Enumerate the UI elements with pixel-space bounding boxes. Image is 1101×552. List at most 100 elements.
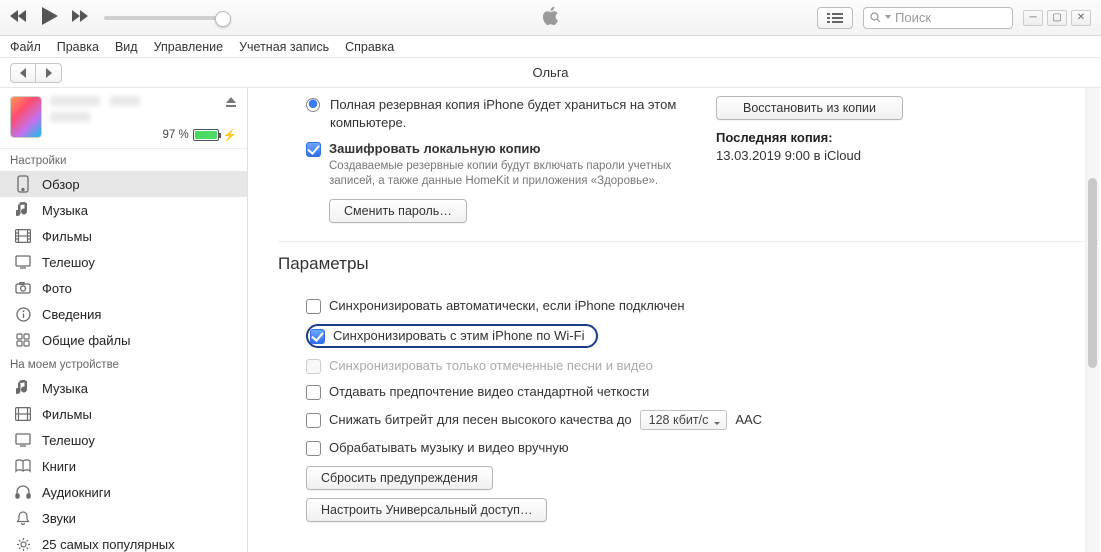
change-password-button[interactable]: Сменить пароль… <box>329 199 467 223</box>
opt-autosync-checkbox[interactable] <box>306 299 321 314</box>
nav-forward-button[interactable] <box>36 63 62 83</box>
maximize-button[interactable]: ▢ <box>1047 10 1067 26</box>
sidebar-item-label: Звуки <box>42 511 76 526</box>
sidebar-item-music[interactable]: Музыка <box>0 197 247 223</box>
device-name-blurred <box>50 96 237 106</box>
search-input[interactable]: Поиск <box>863 7 1013 29</box>
encrypt-sublabel: Создаваемые резервные копии будут включа… <box>329 159 686 189</box>
scrollbar-thumb[interactable] <box>1088 178 1097 368</box>
device-model-blurred <box>50 112 237 122</box>
sidebar-item-label: 25 самых популярных <box>42 537 175 552</box>
opt-checked-only-label: Синхронизировать только отмеченные песни… <box>329 358 653 373</box>
opt-wifi-label: Синхронизировать с этим iPhone по Wi-Fi <box>333 328 584 343</box>
opt-autosync-label: Синхронизировать автоматически, если iPh… <box>329 298 685 313</box>
phone-icon <box>14 175 32 193</box>
opt-sd-label: Отдавать предпочтение видео стандартной … <box>329 384 649 399</box>
tv-icon <box>14 253 32 271</box>
scrollbar[interactable] <box>1085 88 1099 552</box>
last-backup-label: Последняя копия: <box>716 130 903 145</box>
sidebar-item-shared-files[interactable]: Общие файлы <box>0 327 247 353</box>
reset-warnings-button[interactable]: Сбросить предупреждения <box>306 466 493 490</box>
menu-account[interactable]: Учетная запись <box>239 40 329 54</box>
sidebar-item-label: Фото <box>42 281 72 296</box>
sidebar-item-label: Музыка <box>42 381 88 396</box>
opt-manual-label: Обрабатывать музыку и видео вручную <box>329 440 569 455</box>
next-icon[interactable] <box>72 9 90 26</box>
close-button[interactable]: ✕ <box>1071 10 1091 26</box>
sidebar-item-label: Книги <box>42 459 76 474</box>
backup-location-text: Полная резервная копия iPhone будет хран… <box>330 96 686 131</box>
sidebar-item-label: Сведения <box>42 307 101 322</box>
main-panel: Полная резервная копия iPhone будет хран… <box>248 88 1101 552</box>
search-placeholder: Поиск <box>895 10 931 25</box>
sidebar-item-label: Обзор <box>42 177 80 192</box>
sidebar-device-sounds[interactable]: Звуки <box>0 505 247 531</box>
sidebar-item-label: Фильмы <box>42 229 92 244</box>
sidebar-device-tvshows[interactable]: Телешоу <box>0 427 247 453</box>
info-icon <box>14 305 32 323</box>
encrypt-label: Зашифровать локальную копию <box>329 141 686 156</box>
menu-help[interactable]: Справка <box>345 40 394 54</box>
nav-back-button[interactable] <box>10 63 36 83</box>
highlighted-option: Синхронизировать с этим iPhone по Wi-Fi <box>306 324 598 348</box>
window-controls: ─ ▢ ✕ <box>1023 10 1091 26</box>
sidebar-item-label: Музыка <box>42 203 88 218</box>
film-icon <box>14 405 32 423</box>
sidebar-device-audiobooks[interactable]: Аудиокниги <box>0 479 247 505</box>
sidebar-item-label: Фильмы <box>42 407 92 422</box>
menu-edit[interactable]: Правка <box>57 40 99 54</box>
menu-file[interactable]: Файл <box>10 40 41 54</box>
menu-view[interactable]: Вид <box>115 40 138 54</box>
sidebar-item-tvshows[interactable]: Телешоу <box>0 249 247 275</box>
menu-bar: Файл Правка Вид Управление Учетная запис… <box>0 36 1101 58</box>
apple-logo-icon <box>542 6 560 29</box>
minimize-button[interactable]: ─ <box>1023 10 1043 26</box>
opt-bitrate-label: Снижать битрейт для песен высокого качес… <box>329 412 632 427</box>
bitrate-select[interactable]: 128 кбит/с <box>640 410 728 430</box>
universal-access-button[interactable]: Настроить Универсальный доступ… <box>306 498 547 522</box>
section-title-parameters: Параметры <box>278 242 1101 282</box>
sidebar-item-movies[interactable]: Фильмы <box>0 223 247 249</box>
sidebar-device-music[interactable]: Музыка <box>0 375 247 401</box>
opt-bitrate-checkbox[interactable] <box>306 413 321 428</box>
sidebar-item-label: Телешоу <box>42 255 95 270</box>
sidebar-device-books[interactable]: Книги <box>0 453 247 479</box>
sidebar-item-photos[interactable]: Фото <box>0 275 247 301</box>
opt-sd-checkbox[interactable] <box>306 385 321 400</box>
eject-icon[interactable] <box>225 96 237 111</box>
sidebar-device-top25[interactable]: 25 самых популярных <box>0 531 247 552</box>
apps-icon <box>14 331 32 349</box>
playback-controls <box>10 7 90 28</box>
sidebar-ondevice-title: На моем устройстве <box>0 353 247 375</box>
sidebar-item-info[interactable]: Сведения <box>0 301 247 327</box>
last-backup-value: 13.03.2019 9:00 в iCloud <box>716 148 903 163</box>
book-icon <box>14 457 32 475</box>
film-icon <box>14 227 32 245</box>
radio-computer[interactable] <box>306 98 320 112</box>
encrypt-checkbox[interactable] <box>306 142 321 157</box>
music-icon <box>14 201 32 219</box>
device-header: 97 % ⚡ <box>0 88 247 149</box>
play-icon[interactable] <box>42 7 58 28</box>
bell-icon <box>14 509 32 527</box>
volume-slider[interactable] <box>104 16 224 20</box>
headphones-icon <box>14 483 32 501</box>
tv-icon <box>14 431 32 449</box>
battery-status: 97 % ⚡ <box>50 128 237 142</box>
device-thumbnail <box>10 96 42 138</box>
sidebar: 97 % ⚡ Настройки Обзор Музыка Фильмы Тел… <box>0 88 248 552</box>
sidebar-item-overview[interactable]: Обзор <box>0 171 247 197</box>
opt-checked-only-checkbox <box>306 359 321 374</box>
camera-icon <box>14 279 32 297</box>
prev-icon[interactable] <box>10 9 28 26</box>
menu-control[interactable]: Управление <box>154 40 224 54</box>
restore-from-backup-button[interactable]: Восстановить из копии <box>716 96 903 120</box>
opt-manual-checkbox[interactable] <box>306 441 321 456</box>
bitrate-codec: AAC <box>735 412 762 427</box>
list-view-button[interactable] <box>817 7 853 29</box>
nav-header: Ольга <box>0 58 1101 88</box>
page-title: Ольга <box>532 65 568 80</box>
sidebar-settings-title: Настройки <box>0 149 247 171</box>
opt-wifi-checkbox[interactable] <box>310 329 325 344</box>
sidebar-device-movies[interactable]: Фильмы <box>0 401 247 427</box>
